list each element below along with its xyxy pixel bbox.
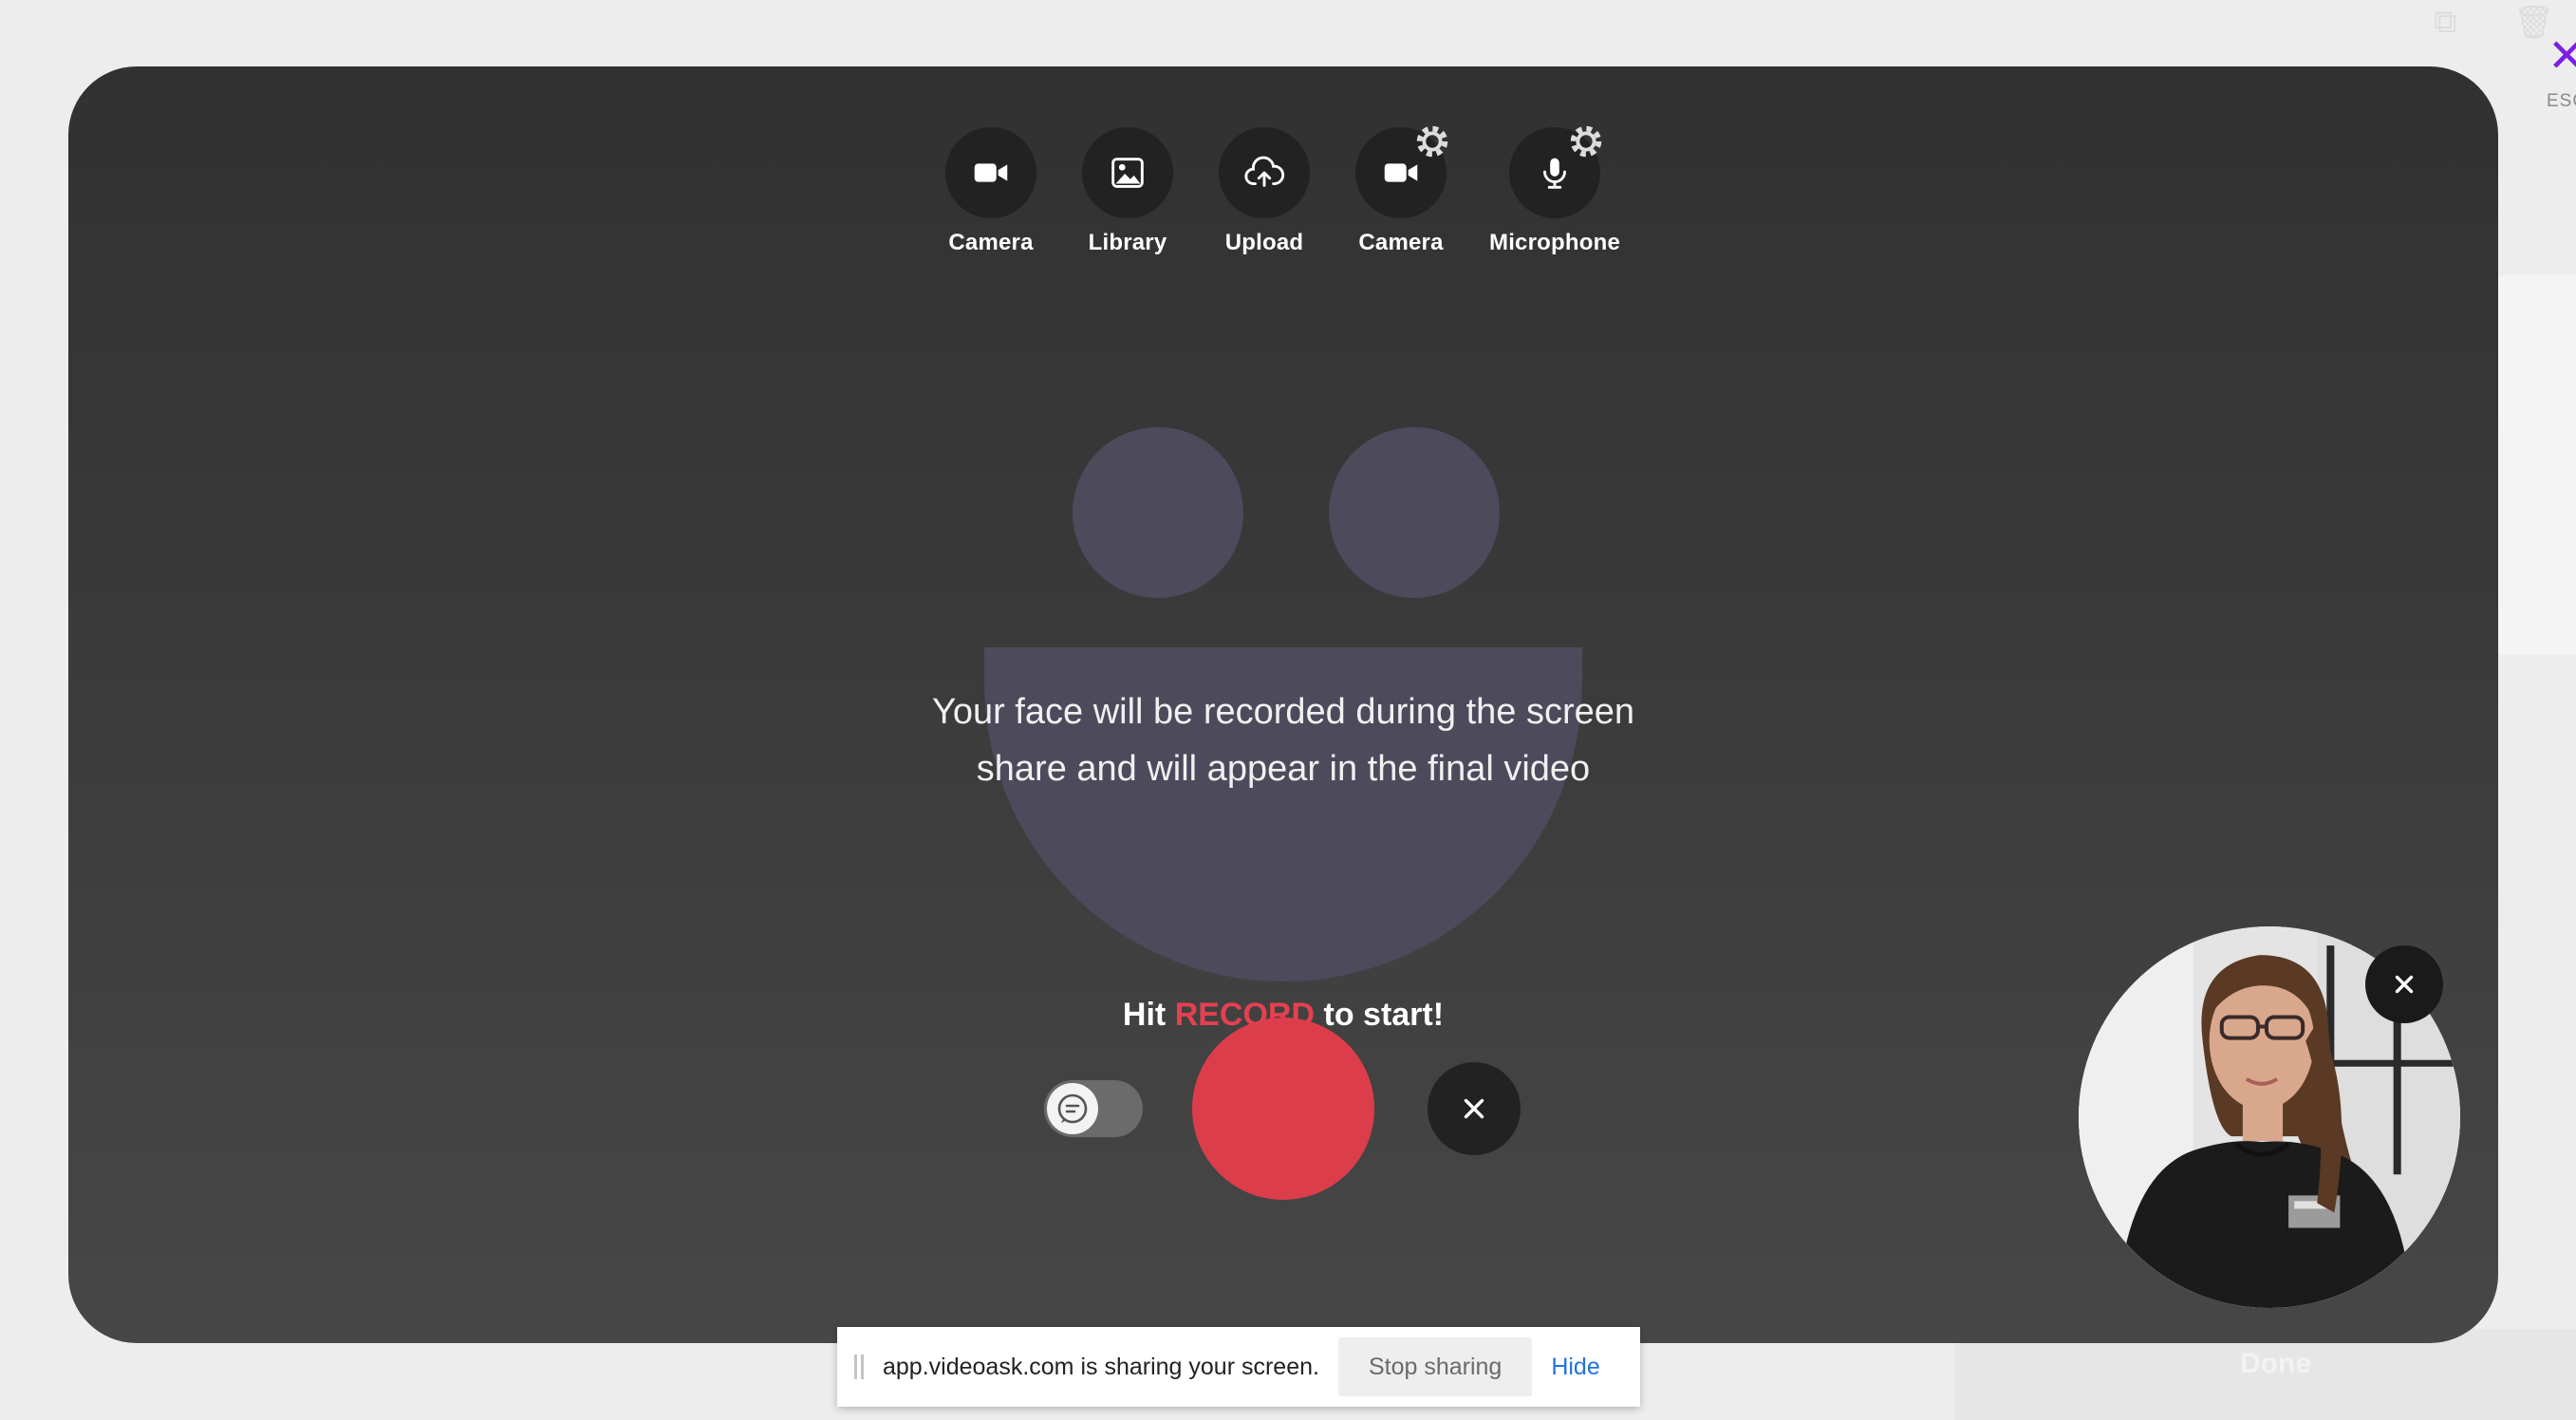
hint-prefix: Hit [1122, 997, 1167, 1033]
tool-camera-settings-button[interactable] [1355, 125, 1448, 218]
drag-handle[interactable] [854, 1355, 866, 1379]
source-toolbar: Camera Library Upload Camera Microphone [68, 125, 2498, 260]
close-webcam-button[interactable] [2365, 945, 2443, 1023]
face-placeholder-right-eye [1329, 427, 1500, 598]
tool-label: Microphone [1489, 230, 1620, 255]
gear-icon [1416, 125, 1448, 158]
recording-message: Your face will be recorded during the sc… [931, 692, 1635, 789]
video-camera-icon [974, 163, 1008, 182]
close-icon [2395, 975, 2414, 994]
tool-label: Camera [1358, 230, 1444, 255]
copy-icon: ⧉ [2434, 4, 2457, 40]
close-icon[interactable]: ✕ [2548, 34, 2576, 80]
tool-camera-button[interactable] [945, 127, 1036, 218]
record-button[interactable] [1192, 1018, 1374, 1200]
esc-label: ESC [2547, 91, 2576, 111]
tool-microphone-button[interactable] [1509, 125, 1602, 218]
hide-button[interactable]: Hide [1551, 1354, 1599, 1381]
sharing-status-text: app.videoask.com is sharing your screen. [883, 1353, 1319, 1380]
tool-upload-button[interactable] [1219, 127, 1310, 218]
screen-sharing-bar: app.videoask.com is sharing your screen.… [837, 1327, 1640, 1407]
text-prompt-toggle[interactable] [1044, 1080, 1143, 1137]
toggle-knob [1047, 1083, 1098, 1134]
cancel-button[interactable] [1428, 1062, 1521, 1155]
image-icon [1111, 158, 1144, 188]
stop-sharing-button[interactable]: Stop sharing [1337, 1337, 1533, 1396]
close-icon [1464, 1098, 1484, 1119]
gear-icon [1570, 125, 1602, 158]
chat-bubble-icon [1057, 1093, 1088, 1124]
tool-microphone[interactable]: Microphone [1469, 125, 1640, 256]
tool-camera-settings[interactable]: Camera [1316, 125, 1486, 256]
background-panel [2496, 275, 2576, 655]
background-done-button: Done [2240, 1348, 2311, 1379]
cloud-upload-icon [1244, 156, 1285, 187]
hint-suffix: to start! [1323, 997, 1445, 1033]
tool-library-button[interactable] [1082, 127, 1173, 218]
face-placeholder-left-eye [1073, 427, 1243, 598]
